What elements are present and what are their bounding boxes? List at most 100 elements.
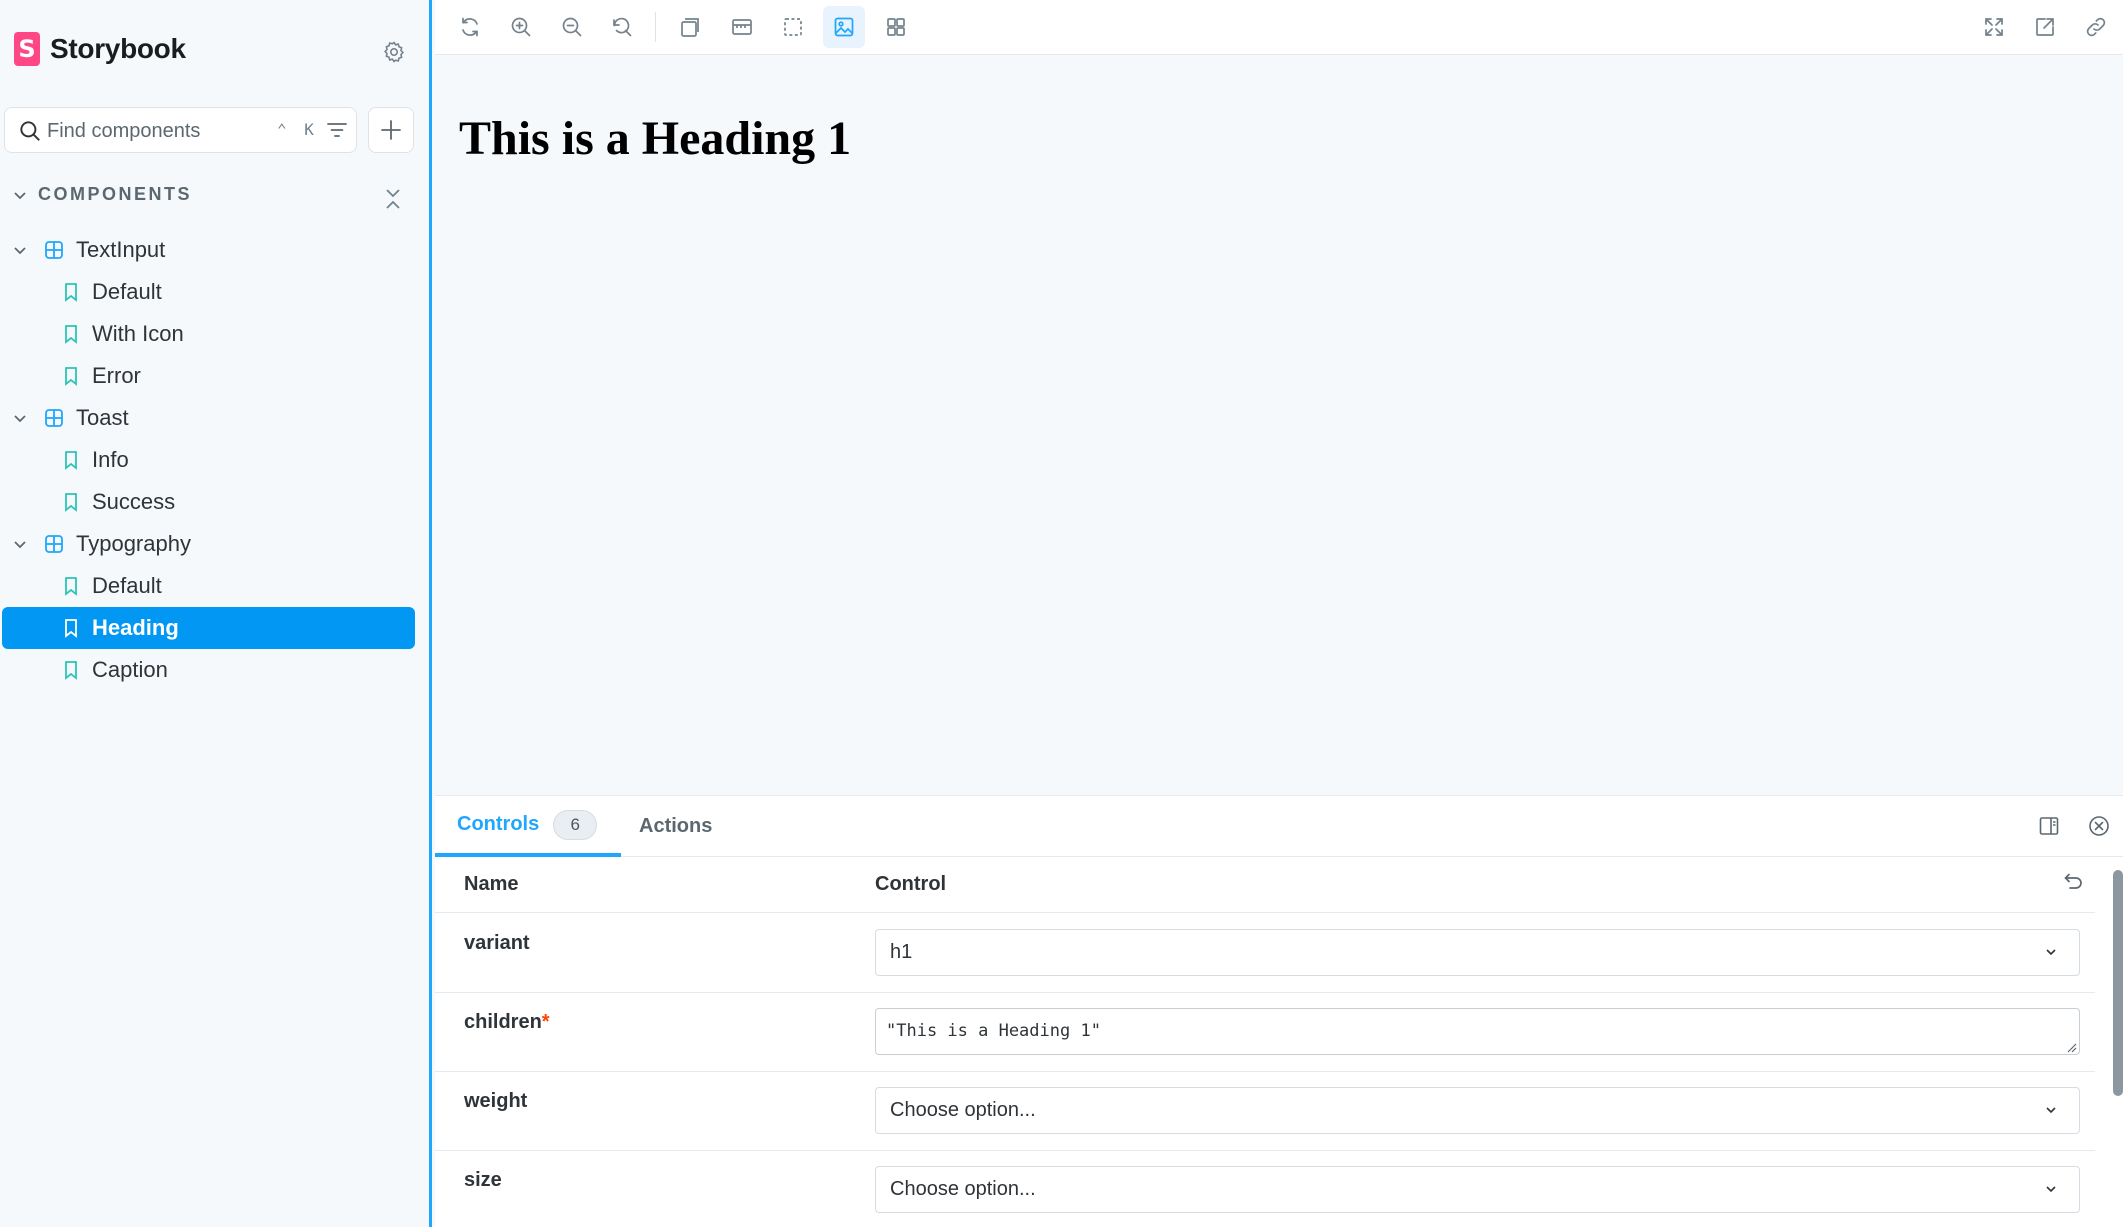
brand-name: Storybook [50, 33, 186, 64]
outline-button[interactable] [772, 6, 814, 48]
tab-label: Actions [639, 815, 713, 837]
control-row-size: size Choose option... [435, 1151, 2095, 1227]
tree-story-label: Info [92, 447, 129, 472]
reset-zoom-icon [613, 17, 632, 37]
size-select[interactable]: Choose option... [875, 1166, 2080, 1213]
zoom-out-icon [562, 17, 582, 37]
tree-group-label: Toast [76, 405, 129, 430]
tree-story-textinput-default[interactable]: Default [2, 271, 415, 313]
collapse-icon [386, 189, 400, 209]
open-new-tab-icon [2036, 18, 2054, 36]
tree-story-label: Caption [92, 657, 168, 682]
bookmark-icon [65, 367, 77, 386]
chevron-down-icon [14, 191, 26, 199]
viewport-button[interactable] [721, 6, 763, 48]
image-icon [834, 17, 854, 37]
add-story-button[interactable] [368, 107, 414, 153]
storybook-logo-icon: S [14, 32, 40, 66]
grid-button[interactable] [875, 6, 917, 48]
tree-group-label: Typography [76, 531, 191, 556]
brand[interactable]: S Storybook [14, 32, 186, 66]
chevron-down-icon [2046, 1107, 2056, 1114]
copy-link-button[interactable] [2075, 6, 2117, 48]
tree-story-label: Default [92, 279, 162, 304]
resize-handle-icon[interactable] [2067, 1043, 2077, 1053]
controls-count-badge: 6 [553, 809, 598, 840]
bookmark-icon [65, 325, 77, 344]
filter-icon[interactable] [325, 118, 349, 142]
zoom-in-button[interactable] [500, 6, 542, 48]
chevron-down-icon [14, 247, 26, 255]
background-button[interactable] [669, 6, 711, 48]
measure-button[interactable] [823, 6, 865, 48]
collapse-all-button[interactable] [382, 186, 404, 217]
fullscreen-icon [1985, 18, 2003, 36]
sidebar: S Storybook ⌃ K COMPONENTS Te [0, 0, 432, 1227]
component-icon [45, 241, 63, 259]
component-tree: TextInput Default With Icon Error Toast … [2, 229, 415, 691]
viewport-icon [732, 19, 752, 35]
plus-icon [381, 120, 401, 140]
tab-label: Controls [457, 813, 540, 835]
children-text-field[interactable]: "This is a Heading 1" [875, 1008, 2080, 1055]
search-input[interactable] [47, 116, 267, 146]
tree-group-label: TextInput [76, 237, 166, 262]
tree-story-textinput-error[interactable]: Error [2, 355, 415, 397]
toolbar [435, 0, 2123, 55]
tree-story-typography-heading[interactable]: Heading [2, 607, 415, 649]
tree-group-typography[interactable]: Typography [2, 523, 415, 565]
settings-button[interactable] [376, 34, 412, 70]
reload-icon [462, 17, 478, 37]
column-header-name: Name [464, 873, 519, 895]
tree-story-label: Success [92, 489, 176, 514]
search-icon [20, 121, 40, 141]
toggle-panel-orientation-button[interactable] [2033, 810, 2065, 842]
tree-story-toast-success[interactable]: Success [2, 481, 415, 523]
reload-button[interactable] [449, 6, 491, 48]
chevron-down-icon [14, 541, 26, 549]
background-icon [681, 18, 699, 37]
panel-scrollbar[interactable] [2113, 870, 2123, 1096]
close-panel-button[interactable] [2083, 810, 2115, 842]
bookmark-icon [65, 493, 77, 512]
preview-canvas: This is a Heading 1 [435, 55, 2123, 795]
tree-group-textinput[interactable]: TextInput [2, 229, 415, 271]
zoom-in-icon [511, 17, 531, 37]
control-name-text: children [464, 1011, 542, 1033]
grid-icon [887, 18, 905, 36]
control-name: children* [464, 1011, 550, 1034]
select-value: h1 [890, 941, 913, 963]
toolbar-separator [655, 12, 656, 42]
control-row-variant: variant h1 [435, 914, 2095, 993]
tab-actions[interactable]: Actions [639, 796, 712, 857]
weight-select[interactable]: Choose option... [875, 1087, 2080, 1134]
bookmark-icon [65, 661, 77, 680]
column-header-control: Control [875, 873, 947, 895]
bookmark-icon [65, 283, 77, 302]
reset-zoom-button[interactable] [601, 6, 643, 48]
component-icon [45, 535, 63, 553]
fullscreen-button[interactable] [1973, 6, 2015, 48]
tab-controls[interactable]: Controls 6 [435, 796, 622, 857]
control-row-weight: weight Choose option... [435, 1072, 2095, 1151]
bookmark-icon [65, 451, 77, 470]
tree-story-label: Error [92, 363, 141, 388]
tree-story-typography-caption[interactable]: Caption [2, 649, 415, 691]
control-row-children: children* "This is a Heading 1" [435, 993, 2095, 1072]
tree-group-toast[interactable]: Toast [2, 397, 415, 439]
undo-icon[interactable] [2061, 870, 2085, 894]
tree-story-label: Heading [92, 615, 179, 640]
tree-story-textinput-with-icon[interactable]: With Icon [2, 313, 415, 355]
tree-story-toast-info[interactable]: Info [2, 439, 415, 481]
zoom-out-button[interactable] [551, 6, 593, 48]
open-new-tab-button[interactable] [2024, 6, 2066, 48]
chevron-down-icon [2046, 949, 2056, 956]
controls-table-header: Name Control [435, 858, 2095, 913]
variant-select[interactable]: h1 [875, 929, 2080, 976]
search-box: ⌃ K [4, 107, 357, 153]
search-shortcut-hint: ⌃ K [277, 120, 318, 139]
chevron-down-icon [14, 415, 26, 423]
section-header-components[interactable]: COMPONENTS [12, 184, 192, 205]
tree-story-typography-default[interactable]: Default [2, 565, 415, 607]
link-icon [2086, 17, 2106, 37]
